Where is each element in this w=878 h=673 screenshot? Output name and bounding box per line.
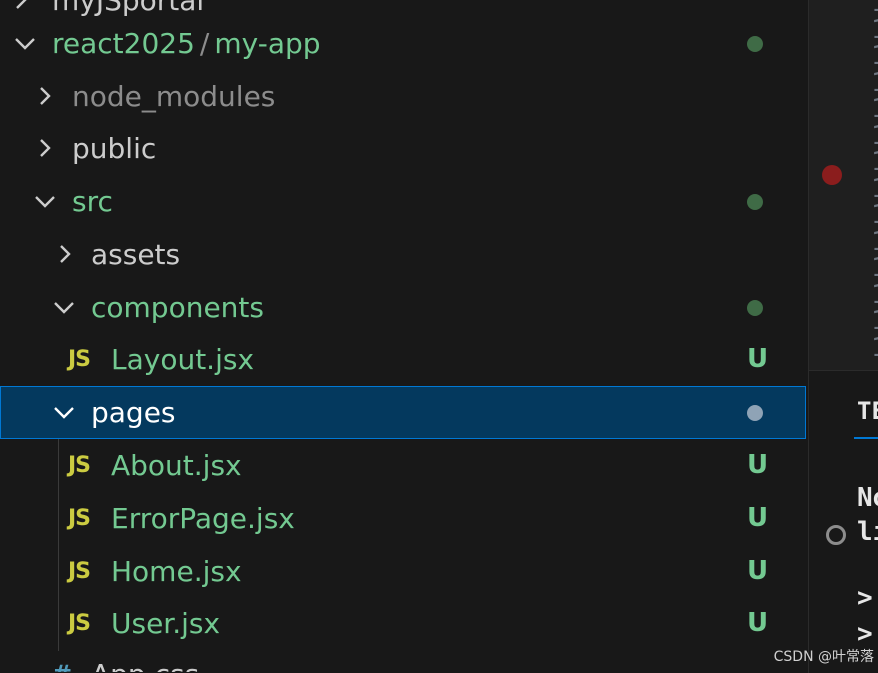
tree-item-user-jsx[interactable]: JS User.jsx U	[0, 597, 806, 650]
line-number: 1	[871, 68, 878, 98]
tab-terminal[interactable]: TE	[857, 397, 878, 425]
tree-item-src[interactable]: src	[0, 175, 806, 228]
chevron-right-icon	[34, 83, 56, 109]
tree-item-node-modules[interactable]: node_modules	[0, 70, 806, 123]
file-explorer: myJSportal react2025/my-app node_modules…	[0, 0, 806, 672]
chevron-down-icon	[34, 188, 56, 214]
chevron-right-icon	[54, 241, 76, 267]
tree-item-label: assets	[91, 238, 181, 271]
tree-item-label: pages	[91, 396, 176, 429]
tree-item-label: ErrorPage.jsx	[111, 502, 295, 535]
terminal-line: >	[857, 619, 873, 649]
untracked-badge: U	[747, 344, 769, 374]
javascript-file-icon: JS	[68, 453, 91, 478]
tree-item-errorpage-jsx[interactable]: JS ErrorPage.jsx U	[0, 492, 806, 545]
tree-item-label: Layout.jsx	[111, 343, 255, 376]
path-separator: /	[199, 27, 210, 60]
modified-dot-icon	[747, 300, 763, 316]
circle-icon	[826, 525, 846, 545]
line-number: 1	[871, 147, 878, 177]
tree-item-label: About.jsx	[111, 449, 242, 482]
javascript-file-icon: JS	[68, 559, 91, 584]
tree-item-label: User.jsx	[111, 607, 221, 640]
tree-item-pages[interactable]: pages	[0, 386, 806, 439]
breakpoint-icon[interactable]	[822, 165, 842, 185]
tree-item-label: node_modules	[72, 80, 276, 113]
tree-item-layout-jsx[interactable]: JS Layout.jsx U	[0, 333, 806, 386]
root-subfolder-name: my-app	[214, 27, 321, 60]
modified-dot-icon	[747, 36, 763, 52]
terminal-panel: TE No li > >	[808, 370, 878, 673]
untracked-badge: U	[747, 608, 769, 638]
tree-item-label: App.css	[91, 648, 199, 672]
editor-gutter: 11111111111111	[808, 0, 878, 370]
line-number: 1	[871, 333, 878, 363]
terminal-line: No	[857, 483, 878, 513]
line-number: 1	[871, 94, 878, 124]
tree-item-about-jsx[interactable]: JS About.jsx U	[0, 439, 806, 492]
tree-item-label: src	[72, 185, 113, 218]
tree-item-public[interactable]: public	[0, 122, 806, 175]
line-number: 1	[871, 121, 878, 151]
line-number: 1	[871, 253, 878, 283]
root-folder-name: react2025	[52, 27, 195, 60]
watermark: CSDN @叶常落	[773, 649, 874, 665]
line-number: 1	[871, 200, 878, 230]
line-number: 1	[871, 15, 878, 45]
line-number: 1	[871, 41, 878, 71]
line-number: 1	[871, 174, 878, 204]
untracked-badge: U	[747, 503, 769, 533]
css-file-icon: #	[52, 648, 72, 672]
tree-item-label: components	[91, 291, 264, 324]
chevron-right-icon	[10, 0, 32, 13]
line-number: 1	[871, 280, 878, 310]
tree-item-home-jsx[interactable]: JS Home.jsx U	[0, 545, 806, 598]
untracked-badge: U	[747, 556, 769, 586]
tree-item-components[interactable]: components	[0, 281, 806, 334]
terminal-line: li	[857, 517, 878, 547]
line-number: 1	[871, 306, 878, 336]
chevron-down-icon	[14, 30, 36, 56]
modified-dot-icon	[747, 194, 763, 210]
untracked-badge: U	[747, 450, 769, 480]
chevron-down-icon	[53, 294, 75, 320]
javascript-file-icon: JS	[68, 347, 91, 372]
terminal-line: >	[857, 583, 873, 613]
javascript-file-icon: JS	[68, 611, 91, 636]
active-tab-indicator	[854, 437, 878, 439]
chevron-down-icon	[53, 399, 75, 425]
tree-item-root-folder[interactable]: react2025/my-app	[0, 17, 806, 70]
modified-dot-icon	[747, 405, 763, 421]
line-number: 1	[871, 227, 878, 257]
chevron-right-icon	[34, 135, 56, 161]
tree-item-app-css[interactable]: # App.css	[0, 648, 806, 672]
javascript-file-icon: JS	[68, 506, 91, 531]
tree-item-assets[interactable]: assets	[0, 228, 806, 281]
tree-item-label: public	[72, 132, 157, 165]
tree-item-label: Home.jsx	[111, 555, 242, 588]
